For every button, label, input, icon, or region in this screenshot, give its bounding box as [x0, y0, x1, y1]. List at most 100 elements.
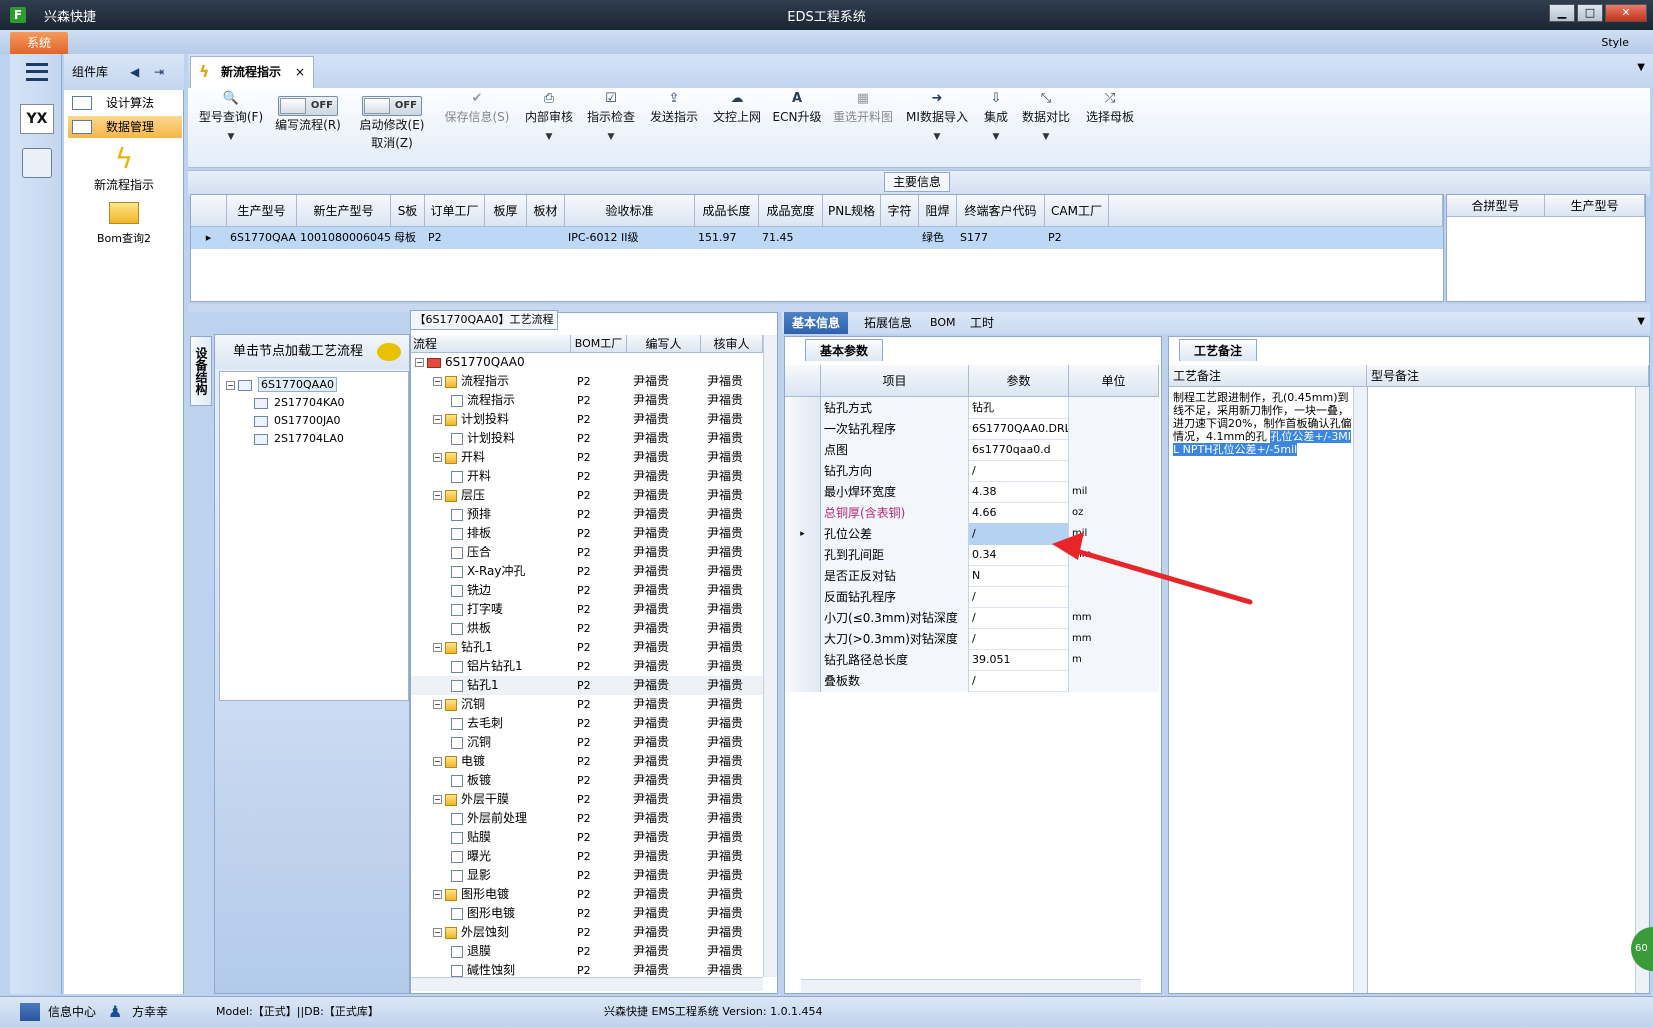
param-value[interactable]: /: [969, 628, 1069, 650]
process-notes-tab[interactable]: 工艺备注: [1179, 339, 1258, 361]
instruction-check-button[interactable]: ☑ 指示检查 ▼: [584, 92, 638, 148]
column-header[interactable]: 合拼型号: [1447, 195, 1545, 217]
notes-scrollbar[interactable]: [1353, 387, 1367, 993]
tree-node[interactable]: 2S17704LA0: [254, 430, 344, 448]
param-row[interactable]: 叠板数 /: [785, 670, 1159, 692]
tab-extended-info[interactable]: 拓展信息: [856, 312, 920, 334]
reselect-cutting-drawing-button[interactable]: ▦ 重选开料图: [830, 92, 896, 126]
column-header[interactable]: 流程: [411, 335, 571, 353]
param-value[interactable]: 39.051: [969, 649, 1069, 671]
param-row[interactable]: 是否正反对钻 N: [785, 565, 1159, 587]
internal-review-button[interactable]: ⎙ 内部审核 ▼: [522, 92, 576, 148]
flow-row[interactable]: − 层压 P2 尹福贵 尹福贵: [411, 486, 763, 505]
send-instruction-button[interactable]: ⇪ 发送指示: [646, 92, 702, 126]
tree-node-root[interactable]: −6S1770QAA0: [226, 376, 337, 394]
collapse-icon[interactable]: −: [433, 757, 442, 766]
basic-params-tab[interactable]: 基本参数: [805, 339, 884, 361]
flow-row[interactable]: 退膜 P2 尹福贵 尹福贵: [411, 942, 763, 961]
param-row[interactable]: 孔到孔间距 0.34 mm: [785, 544, 1159, 566]
column-header[interactable]: 型号备注: [1367, 365, 1649, 387]
row-indicator[interactable]: [785, 649, 821, 671]
param-row[interactable]: 点图 6s1770qaa0.d: [785, 439, 1159, 461]
tab-close-icon[interactable]: ×: [295, 57, 305, 87]
param-row[interactable]: ▸ 孔位公差 / mil: [785, 523, 1159, 545]
flow-row[interactable]: − 电镀 P2 尹福贵 尹福贵: [411, 752, 763, 771]
table-cell[interactable]: [881, 227, 919, 249]
column-header[interactable]: 核审人: [701, 335, 763, 353]
flow-row[interactable]: 贴膜 P2 尹福贵 尹福贵: [411, 828, 763, 847]
row-indicator[interactable]: [785, 460, 821, 482]
column-header[interactable]: 项目: [821, 365, 969, 397]
column-header[interactable]: S板: [391, 195, 425, 227]
doc-control-online-button[interactable]: ☁ 文控上网: [710, 92, 764, 126]
param-value[interactable]: /: [969, 586, 1069, 608]
column-header[interactable]: 成品宽度: [759, 195, 823, 227]
chat-bubble-icon[interactable]: [377, 343, 401, 361]
device-structure-tab[interactable]: 设备结构: [190, 336, 212, 406]
table-cell[interactable]: 10010800060454: [297, 227, 391, 249]
flow-row[interactable]: 压合 P2 尹福贵 尹福贵: [411, 543, 763, 562]
table-cell[interactable]: 151.97: [695, 227, 759, 249]
row-indicator[interactable]: [785, 397, 821, 419]
collapse-icon[interactable]: −: [433, 491, 442, 500]
close-button[interactable]: ✕: [1605, 4, 1647, 22]
mi-data-import-button[interactable]: ➜ MI数据导入 ▼: [904, 92, 970, 148]
param-row[interactable]: 总铜厚(含表铜) 4.66 oz: [785, 502, 1159, 524]
param-value[interactable]: /: [969, 460, 1069, 482]
row-selector-icon[interactable]: ▸: [191, 227, 227, 249]
row-indicator[interactable]: [785, 439, 821, 461]
param-value[interactable]: N: [969, 565, 1069, 587]
column-header[interactable]: 终端客户代码: [957, 195, 1045, 227]
row-indicator[interactable]: [785, 628, 821, 650]
table-cell[interactable]: 绿色: [919, 227, 957, 249]
library-item-data-management[interactable]: 数据管理: [68, 116, 182, 138]
flow-row[interactable]: − 图形电镀 P2 尹福贵 尹福贵: [411, 885, 763, 904]
minimize-button[interactable]: ▁: [1549, 4, 1575, 22]
grid-menu-icon[interactable]: [20, 1003, 40, 1021]
style-menu[interactable]: Style: [1601, 36, 1629, 49]
param-value[interactable]: /: [969, 523, 1069, 545]
tab-new-flow-instruction[interactable]: ϟ 新流程指示 ×: [190, 56, 314, 88]
collapse-icon[interactable]: −: [433, 415, 442, 424]
column-header[interactable]: 参数: [969, 365, 1069, 397]
splitter[interactable]: [188, 304, 1650, 312]
table-cell[interactable]: IPC-6012 II级: [565, 227, 695, 249]
param-row[interactable]: 钻孔方式 钻孔: [785, 397, 1159, 419]
param-row[interactable]: 大刀(>0.3mm)对钻深度 / mm: [785, 628, 1159, 650]
collapse-icon[interactable]: −: [433, 453, 442, 462]
param-row[interactable]: 最小焊环宽度 4.38 mil: [785, 481, 1159, 503]
new-flow-instruction-item[interactable]: ϟ 新流程指示: [74, 142, 174, 193]
library-item-design-algorithm[interactable]: 设计算法: [68, 92, 182, 114]
system-menu-button[interactable]: 系统: [10, 32, 68, 54]
row-indicator[interactable]: [785, 670, 821, 692]
ecn-upgrade-button[interactable]: A ECN升级: [770, 92, 824, 126]
table-cell[interactable]: [527, 227, 565, 249]
flow-row[interactable]: 排板 P2 尹福贵 尹福贵: [411, 524, 763, 543]
column-header[interactable]: 板厚: [485, 195, 527, 227]
flow-row[interactable]: − 开料 P2 尹福贵 尹福贵: [411, 448, 763, 467]
cancel-button[interactable]: 取消(Z): [354, 134, 430, 152]
column-header[interactable]: BOM工厂: [571, 335, 627, 353]
flow-row[interactable]: 预排 P2 尹福贵 尹福贵: [411, 505, 763, 524]
param-row[interactable]: 小刀(≤0.3mm)对钻深度 / mm: [785, 607, 1159, 629]
integrate-button[interactable]: ⇩ 集成 ▼: [976, 92, 1016, 148]
param-value[interactable]: /: [969, 670, 1069, 692]
flow-row[interactable]: 曝光 P2 尹福贵 尹福贵: [411, 847, 763, 866]
chevron-down-icon[interactable]: ▼: [522, 126, 576, 148]
flow-row[interactable]: 铣边 P2 尹福贵 尹福贵: [411, 581, 763, 600]
param-value[interactable]: 钻孔: [969, 397, 1069, 419]
tree-node[interactable]: 2S17704KA0: [254, 394, 345, 412]
write-flow-toggle[interactable]: OFF: [278, 96, 338, 116]
process-note-text[interactable]: 制程工艺跟进制作，孔(0.45mm)到线不足，采用新刀制作，一块一叠，进刀速下调…: [1173, 391, 1353, 456]
column-header[interactable]: 生产型号: [227, 195, 297, 227]
tab-bom[interactable]: BOM: [922, 312, 964, 334]
flow-row[interactable]: − 外层蚀刻 P2 尹福贵 尹福贵: [411, 923, 763, 942]
collapse-icon[interactable]: −: [433, 795, 442, 804]
flow-row[interactable]: − 计划投料 P2 尹福贵 尹福贵: [411, 410, 763, 429]
tab-basic-info[interactable]: 基本信息: [784, 312, 849, 334]
table-cell[interactable]: [823, 227, 881, 249]
collapse-icon[interactable]: −: [433, 928, 442, 937]
row-selector-icon[interactable]: ▸: [785, 523, 821, 545]
row-indicator[interactable]: [785, 502, 821, 524]
table-cell[interactable]: [485, 227, 527, 249]
